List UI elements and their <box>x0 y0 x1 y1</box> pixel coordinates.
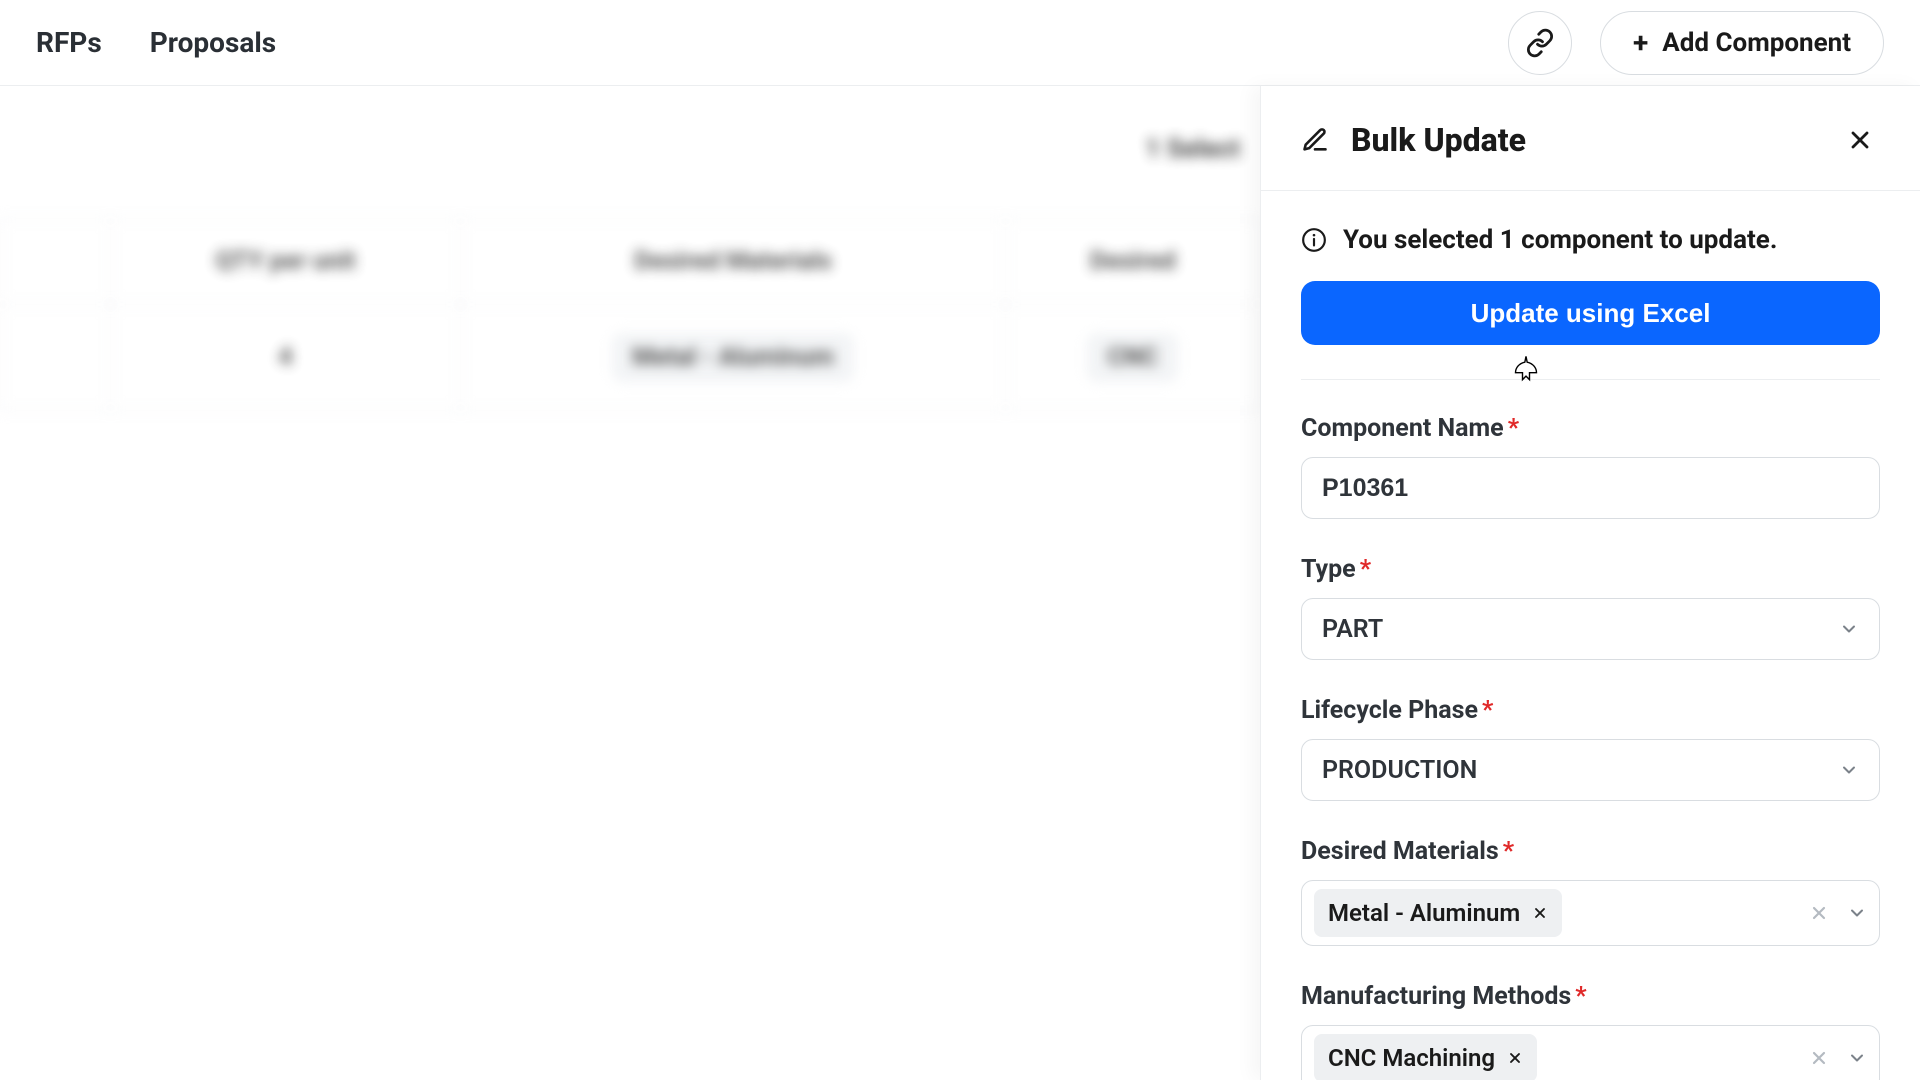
label-materials: Desired Materials* <box>1301 837 1880 866</box>
label-type: Type* <box>1301 555 1880 584</box>
label-methods-text: Manufacturing Methods <box>1301 982 1571 1011</box>
components-table: QTY per unit Desired Materials Desired 4… <box>0 218 1260 411</box>
type-select-value: PART <box>1322 615 1383 644</box>
info-icon <box>1301 227 1327 253</box>
chevron-down-icon[interactable] <box>1847 903 1867 923</box>
materials-tag-remove[interactable] <box>1532 905 1548 921</box>
label-component-name: Component Name* <box>1301 414 1880 443</box>
materials-tag-label: Metal - Aluminum <box>1328 899 1520 927</box>
col-header-qty: QTY per unit <box>111 219 461 305</box>
panel-body: You selected 1 component to update. Upda… <box>1261 191 1920 1080</box>
plus-icon: + <box>1633 26 1648 59</box>
selection-count: 1 Select <box>1145 134 1240 164</box>
methods-tag-label: CNC Machining <box>1328 1044 1495 1072</box>
tab-proposals[interactable]: Proposals <box>150 26 276 59</box>
materials-tag: Metal - Aluminum <box>1314 889 1562 937</box>
field-lifecycle: Lifecycle Phase* PRODUCTION <box>1301 696 1880 801</box>
link-button[interactable] <box>1508 11 1572 75</box>
field-type: Type* PART <box>1301 555 1880 660</box>
update-using-excel-button[interactable]: Update using Excel <box>1301 281 1880 345</box>
cell-qty: 4 <box>111 305 461 411</box>
field-component-name: Component Name* <box>1301 414 1880 519</box>
lifecycle-select-value: PRODUCTION <box>1322 756 1477 785</box>
col-header-methods: Desired <box>1006 219 1260 305</box>
table-row[interactable]: 4 Metal - Aluminum CNC <box>1 305 1260 411</box>
topbar: RFPs Proposals + Add Component <box>0 0 1920 86</box>
methods-clear[interactable] <box>1809 1048 1829 1068</box>
edit-icon <box>1301 126 1329 154</box>
add-component-label: Add Component <box>1662 28 1851 58</box>
label-type-text: Type <box>1301 555 1356 584</box>
label-methods: Manufacturing Methods* <box>1301 982 1880 1011</box>
methods-tag-remove[interactable] <box>1507 1050 1523 1066</box>
selection-info-text: You selected 1 component to update. <box>1343 225 1777 255</box>
bulk-update-panel: Bulk Update You selected 1 component to … <box>1260 86 1920 1080</box>
add-component-button[interactable]: + Add Component <box>1600 11 1884 75</box>
materials-clear[interactable] <box>1809 903 1829 923</box>
chevron-down-icon <box>1839 619 1859 639</box>
chevron-down-icon <box>1839 760 1859 780</box>
type-select[interactable]: PART <box>1301 598 1880 660</box>
component-name-input[interactable] <box>1301 457 1880 519</box>
chevron-down-icon[interactable] <box>1847 1048 1867 1068</box>
label-lifecycle: Lifecycle Phase* <box>1301 696 1880 725</box>
tab-rfps[interactable]: RFPs <box>36 26 102 59</box>
cell-material-chip: Metal - Aluminum <box>612 333 853 382</box>
link-icon <box>1525 28 1555 58</box>
close-button[interactable] <box>1840 120 1880 160</box>
materials-multiselect[interactable]: Metal - Aluminum <box>1301 880 1880 946</box>
field-methods: Manufacturing Methods* CNC Machining <box>1301 982 1880 1080</box>
methods-multiselect[interactable]: CNC Machining <box>1301 1025 1880 1080</box>
close-icon <box>1846 126 1874 154</box>
col-header-materials: Desired Materials <box>460 219 1005 305</box>
background-table-area: 1 Select QTY per unit Desired Materials … <box>0 86 1260 1080</box>
field-materials: Desired Materials* Metal - Aluminum <box>1301 837 1880 946</box>
panel-header: Bulk Update <box>1261 86 1920 191</box>
cell-method-chip: CNC <box>1087 333 1177 382</box>
panel-title: Bulk Update <box>1351 121 1526 159</box>
methods-tag: CNC Machining <box>1314 1034 1537 1080</box>
label-component-name-text: Component Name <box>1301 414 1504 443</box>
lifecycle-select[interactable]: PRODUCTION <box>1301 739 1880 801</box>
top-tabs: RFPs Proposals <box>36 26 276 59</box>
label-materials-text: Desired Materials <box>1301 837 1499 866</box>
selection-info: You selected 1 component to update. <box>1301 225 1880 255</box>
label-lifecycle-text: Lifecycle Phase <box>1301 696 1478 725</box>
divider <box>1301 379 1880 380</box>
